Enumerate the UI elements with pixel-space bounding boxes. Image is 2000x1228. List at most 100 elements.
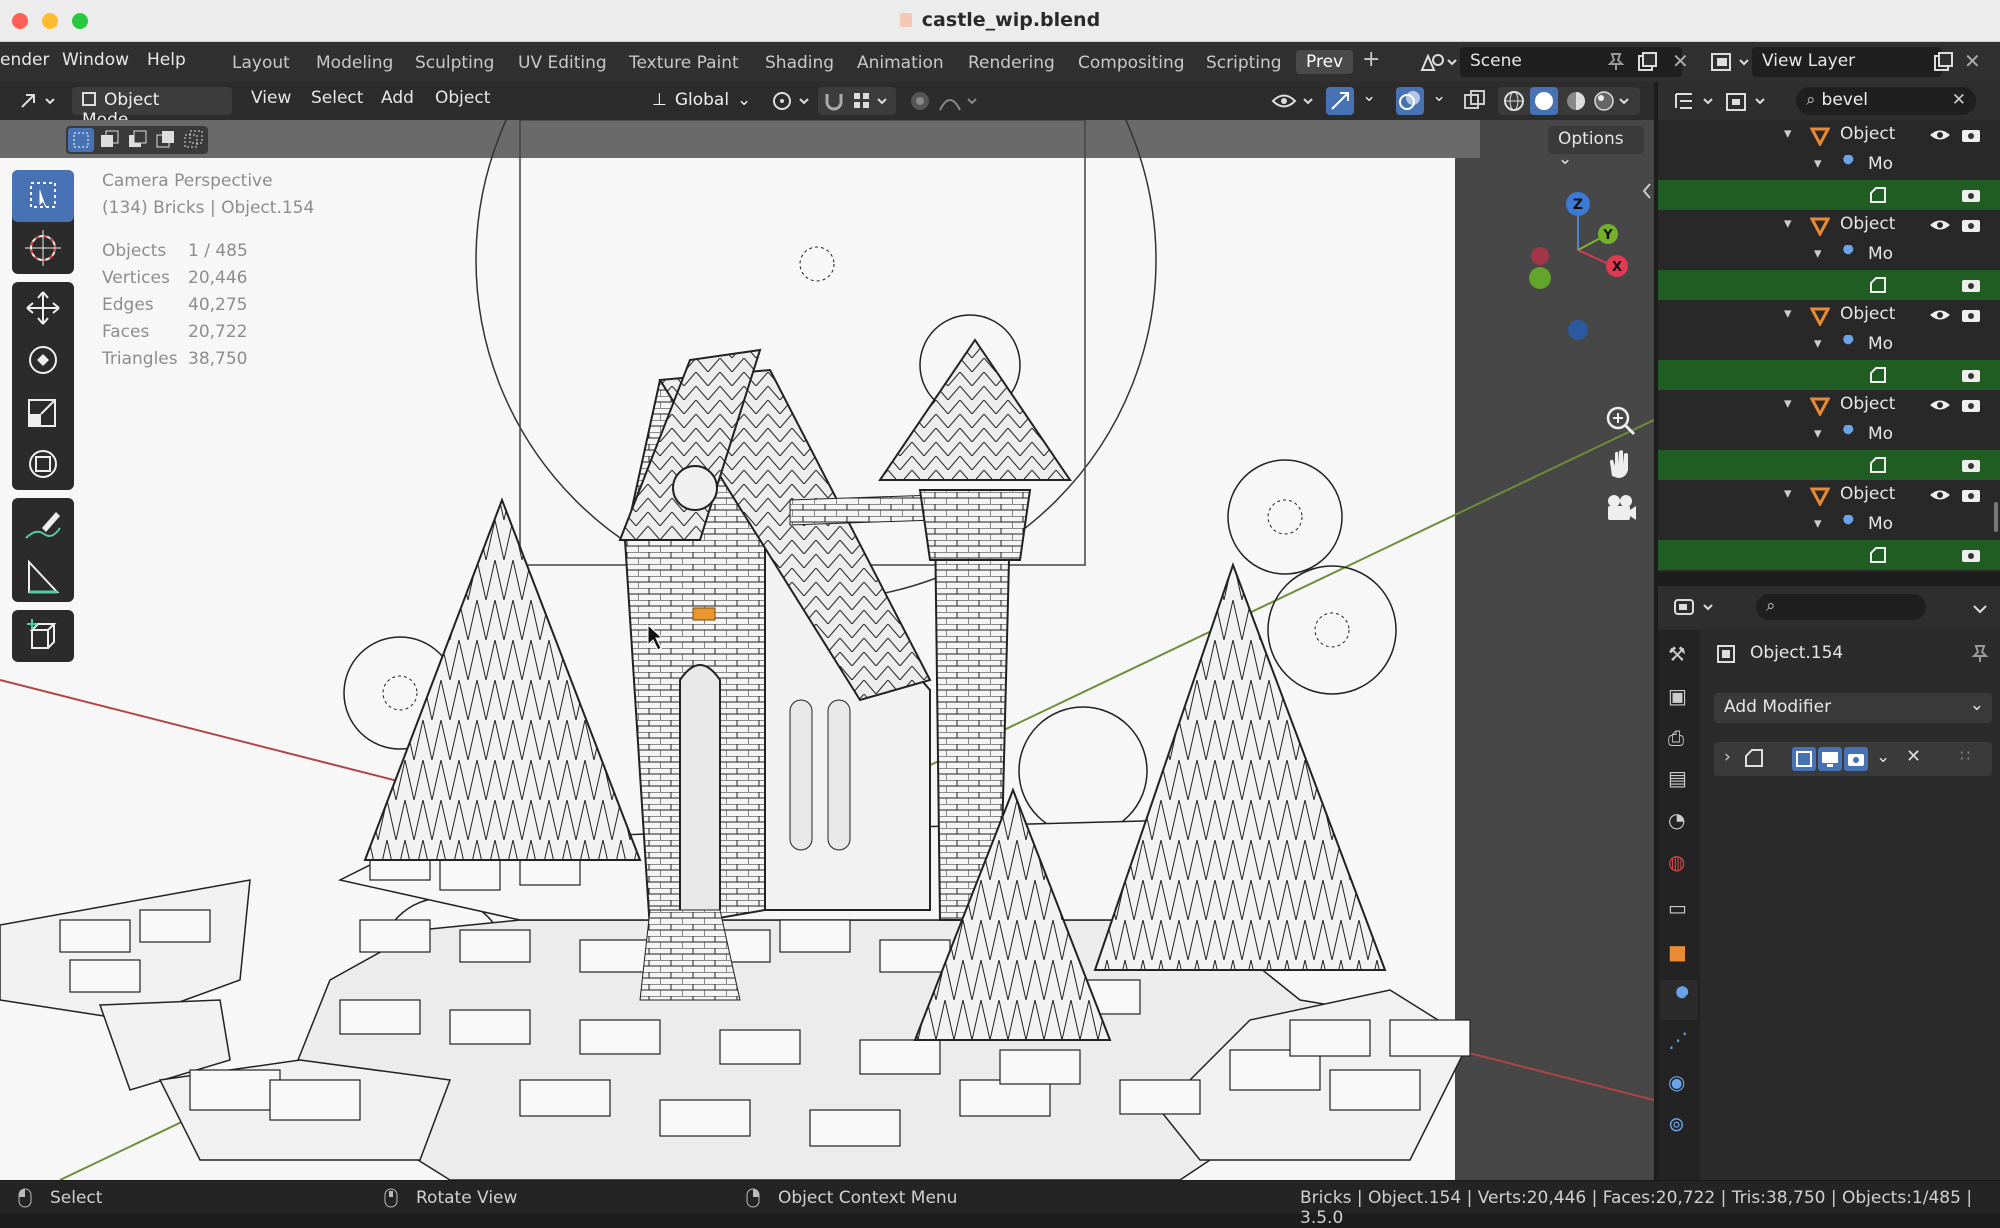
add-cube-tool[interactable] — [12, 610, 74, 662]
visibility-icon[interactable] — [1270, 88, 1320, 114]
camera-view-icon[interactable] — [1602, 490, 1638, 526]
select-new-button[interactable] — [68, 128, 94, 152]
chevron-down-icon[interactable]: ⌄ — [1362, 86, 1376, 106]
chevron-down-icon[interactable] — [1970, 598, 1990, 618]
new-view-layer-icon[interactable] — [1932, 51, 1954, 73]
render-tab-icon[interactable]: ▣ — [1668, 684, 1687, 708]
magnet-icon[interactable] — [822, 90, 846, 112]
navigation-gizmo[interactable]: Z Y X — [1518, 170, 1648, 360]
add-modifier-dropdown[interactable]: Add Modifier ⌄ — [1714, 693, 1992, 723]
outliner-row-modifier[interactable]: ▾ Mo — [1658, 240, 2000, 270]
drag-handle-icon[interactable]: ∷ — [1960, 746, 1970, 765]
edit-mode-toggle[interactable] — [1792, 747, 1816, 771]
view-layer-field[interactable]: View Layer — [1752, 47, 1942, 77]
camera-icon[interactable] — [1960, 546, 1982, 564]
proportional-editing-icon[interactable] — [908, 90, 932, 112]
camera-icon[interactable] — [1960, 306, 1982, 324]
solid-shading-button[interactable] — [1530, 87, 1558, 115]
scene-tab-icon[interactable]: ◔ — [1668, 808, 1685, 832]
object-tab-icon[interactable]: ■ — [1668, 940, 1687, 964]
delete-view-layer-icon[interactable]: ✕ — [1964, 49, 1981, 73]
outliner-editor-icon[interactable] — [1672, 90, 1720, 114]
tool-tab-icon[interactable]: ⚒ — [1668, 642, 1686, 666]
transform-tool[interactable] — [12, 438, 74, 490]
outliner-search-field[interactable]: ⌕ bevel ✕ — [1796, 87, 1976, 115]
physics-tab-icon[interactable]: ◉ — [1668, 1070, 1685, 1094]
tab-shading[interactable]: Shading — [765, 53, 834, 73]
camera-icon[interactable] — [1960, 186, 1982, 204]
outliner-scrollbar[interactable] — [1994, 502, 1998, 532]
expand-chevron-icon[interactable]: ▾ — [1814, 424, 1822, 442]
constraints-tab-icon[interactable]: ⊚ — [1668, 1112, 1685, 1136]
outliner-row-mesh[interactable] — [1658, 540, 2000, 570]
display-mode-icon[interactable] — [1724, 90, 1772, 114]
outliner-row-modifier[interactable]: ▾ Mo — [1658, 330, 2000, 360]
expand-chevron-icon[interactable]: ▾ — [1784, 304, 1792, 322]
camera-icon[interactable] — [1960, 456, 1982, 474]
outliner-row-mesh[interactable] — [1658, 450, 2000, 480]
annotate-tool[interactable] — [12, 498, 74, 550]
collection-tab-icon[interactable]: ▭ — [1668, 896, 1687, 920]
pin-icon[interactable] — [1970, 644, 1990, 664]
collapse-sidebar-icon[interactable] — [1640, 180, 1654, 202]
snap-increment-icon[interactable] — [852, 91, 892, 113]
outliner-row-modifier[interactable]: ▾ Mo — [1658, 150, 2000, 180]
select-intersect-icon[interactable] — [180, 128, 206, 152]
outliner-row-object[interactable]: ▾ Object — [1658, 480, 2000, 510]
eye-icon[interactable] — [1928, 126, 1952, 144]
material-shading-icon[interactable] — [1564, 90, 1588, 112]
outliner-row-modifier[interactable]: ▾ Mo — [1658, 510, 2000, 540]
camera-icon[interactable] — [1960, 366, 1982, 384]
tab-sculpting[interactable]: Sculpting — [415, 53, 494, 73]
render-toggle[interactable] — [1844, 747, 1868, 771]
3d-viewport[interactable]: Options ⌄ Camera Perspective (134) Brick… — [0, 120, 1654, 1180]
properties-search-field[interactable]: ⌕ — [1756, 594, 1926, 620]
scale-tool[interactable] — [12, 386, 74, 438]
object-menu[interactable]: Object — [435, 88, 490, 108]
eye-icon[interactable] — [1928, 216, 1952, 234]
move-tool[interactable] — [12, 282, 74, 334]
new-scene-icon[interactable] — [1636, 51, 1658, 73]
camera-icon[interactable] — [1960, 396, 1982, 414]
particles-tab-icon[interactable]: ⋰ — [1668, 1028, 1688, 1052]
outliner-row-object[interactable]: ▾ Object — [1658, 300, 2000, 330]
gizmo-toggle-button[interactable] — [1326, 87, 1354, 115]
view-layer-icon[interactable] — [1708, 50, 1752, 76]
options-dropdown[interactable]: Options ⌄ — [1548, 126, 1644, 169]
view-menu[interactable]: View — [251, 88, 291, 108]
select-extend-icon[interactable] — [96, 128, 122, 152]
camera-icon[interactable] — [1960, 126, 1982, 144]
zoom-icon[interactable] — [1602, 402, 1638, 438]
chevron-down-icon[interactable]: ⌄ — [1876, 747, 1890, 767]
pivot-point-icon[interactable] — [770, 88, 816, 114]
outliner-row-mesh[interactable] — [1658, 180, 2000, 210]
transform-orientation-dropdown[interactable]: ⊥ Global ⌄ — [642, 87, 756, 115]
eye-icon[interactable] — [1928, 396, 1952, 414]
camera-icon[interactable] — [1960, 276, 1982, 294]
pan-hand-icon[interactable] — [1602, 446, 1638, 482]
select-invert-icon[interactable] — [152, 128, 178, 152]
expand-chevron-icon[interactable]: ▾ — [1784, 124, 1792, 142]
rotate-tool[interactable] — [12, 334, 74, 386]
menu-help[interactable]: Help — [147, 50, 186, 70]
neg-y-axis-icon[interactable] — [1529, 267, 1551, 289]
delete-scene-icon[interactable]: ✕ — [1672, 49, 1689, 73]
remove-modifier-icon[interactable]: ✕ — [1906, 746, 1921, 767]
outliner-row-object[interactable]: ▾ Object — [1658, 120, 2000, 150]
falloff-icon[interactable] — [938, 90, 982, 112]
view-layer-tab-icon[interactable]: ▤ — [1668, 766, 1687, 790]
outliner-row-mesh[interactable] — [1658, 360, 2000, 390]
properties-editor-icon[interactable] — [1672, 596, 1720, 620]
expand-chevron-icon[interactable]: ▾ — [1814, 154, 1822, 172]
mode-dropdown[interactable]: Object Mode⌄ — [72, 87, 232, 130]
tab-layout[interactable]: Layout — [232, 53, 290, 73]
expand-chevron-icon[interactable]: ▾ — [1814, 334, 1822, 352]
measure-tool[interactable] — [12, 550, 74, 602]
eye-icon[interactable] — [1928, 486, 1952, 504]
chevron-down-icon[interactable]: ⌄ — [1432, 86, 1446, 106]
world-tab-icon[interactable]: ◍ — [1668, 850, 1685, 874]
neg-z-axis-icon[interactable] — [1568, 320, 1588, 340]
modifier-tab[interactable] — [1660, 980, 1698, 1020]
eye-icon[interactable] — [1928, 306, 1952, 324]
expand-chevron-icon[interactable]: ▾ — [1784, 484, 1792, 502]
